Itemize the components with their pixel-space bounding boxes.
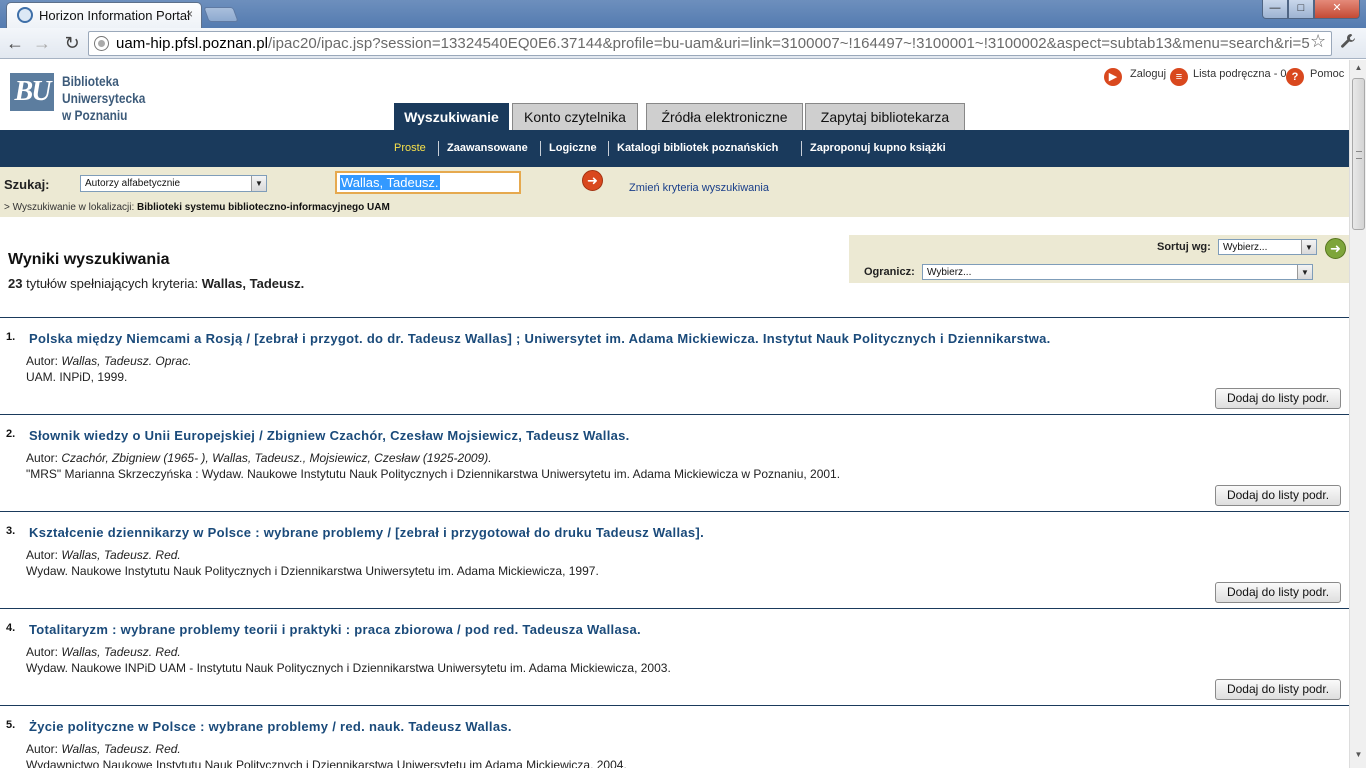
globe-icon [17,7,33,23]
result-author: Autor: Wallas, Tadeusz. Red. [26,742,181,756]
search-input[interactable]: Wallas, Tadeusz. [335,171,521,194]
top-links: ▶ Zaloguj ≡ Lista podręczna - 0 ? Pomoc [1104,66,1349,88]
tab-close-icon[interactable]: × [186,7,193,21]
chevron-down-icon: ▼ [1301,240,1316,254]
reading-list-link[interactable]: Lista podręczna - 0 [1193,68,1287,80]
result-number: 4. [6,622,16,634]
back-arrow-icon[interactable]: ← [4,32,26,54]
search-location: > Wyszukiwanie w lokalizacji: Biblioteki… [4,202,390,213]
results-count: 23 tytułów spełniających kryteria: Walla… [8,276,305,291]
result-number: 5. [6,719,16,731]
change-criteria-link[interactable]: Zmień kryteria wyszukiwania [629,182,769,194]
sort-go-button[interactable]: ➜ [1325,238,1346,259]
window-close-button[interactable]: ✕ [1314,0,1360,19]
result-title-link[interactable]: Totalitaryzm : wybrane problemy teorii i… [29,622,641,637]
result-publisher: "MRS" Marianna Skrzeczyńska : Wydaw. Nau… [26,467,841,481]
browser-tab[interactable]: Horizon Information Portal × [6,2,202,28]
search-label: Szukaj: [4,177,50,192]
result-item: 5. Życie polityczne w Polsce : wybrane p… [0,706,1349,768]
new-tab-button[interactable] [203,7,239,22]
search-bar: Szukaj: Autorzy alfabetycznie ▼ Wallas, … [0,167,1349,217]
page-icon [94,36,109,51]
tab-zapytaj-bibliotekarza[interactable]: Zapytaj bibliotekarza [805,103,965,130]
wrench-icon[interactable] [1340,33,1356,54]
search-type-select[interactable]: Autorzy alfabetycznie ▼ [80,175,267,192]
result-title-link[interactable]: Życie polityczne w Polsce : wybrane prob… [29,719,512,734]
result-author: Autor: Wallas, Tadeusz. Oprac. [26,354,192,368]
divider [540,141,541,156]
subnav-logiczne[interactable]: Logiczne [549,142,597,154]
sort-select[interactable]: Wybierz... ▼ [1218,239,1317,255]
reload-icon[interactable]: ↻ [61,32,83,54]
help-link[interactable]: Pomoc [1310,68,1344,80]
login-icon[interactable]: ▶ [1104,68,1122,86]
browser-toolbar: ← → ↻ uam-hip.pfsl.poznan.pl/ipac20/ipac… [0,28,1366,59]
tab-zrodla-elektroniczne[interactable]: Źródła elektroniczne [646,103,803,130]
result-number: 1. [6,331,16,343]
results-heading: Wyniki wyszukiwania [8,251,170,268]
chevron-down-icon: ▼ [1297,265,1312,279]
browser-tab-title: Horizon Information Portal [39,8,191,23]
divider [608,141,609,156]
scroll-thumb[interactable] [1352,78,1365,230]
search-subnav: Proste Zaawansowane Logiczne Katalogi bi… [0,130,1349,167]
address-bar[interactable]: uam-hip.pfsl.poznan.pl/ipac20/ipac.jsp?s… [88,31,1332,56]
logo-text: Biblioteka Uniwersytecka w Poznaniu [62,73,146,123]
result-author: Autor: Wallas, Tadeusz. Red. [26,548,181,562]
add-to-list-button[interactable]: Dodaj do listy podr. [1215,582,1341,603]
chevron-down-icon: ▼ [251,176,266,191]
result-item: 1. Polska między Niemcami a Rosją / [zeb… [0,318,1349,414]
page-content: BU Biblioteka Uniwersytecka w Poznaniu ▶… [0,60,1349,768]
library-logo[interactable]: BU Biblioteka Uniwersytecka w Poznaniu [10,73,200,123]
add-to-list-button[interactable]: Dodaj do listy podr. [1215,679,1341,700]
sort-filter-box: Sortuj wg: Wybierz... ▼ ➜ Ogranicz: Wybi… [849,235,1349,283]
result-author: Autor: Czachór, Zbigniew (1965- ), Walla… [26,451,492,465]
result-title-link[interactable]: Polska między Niemcami a Rosją / [zebrał… [29,331,1051,346]
result-publisher: UAM. INPiD, 1999. [26,370,128,384]
scroll-down-arrow-icon[interactable]: ▼ [1352,750,1365,764]
result-item: 4. Totalitaryzm : wybrane problemy teori… [0,609,1349,705]
vertical-scrollbar[interactable]: ▲ ▼ [1349,60,1366,768]
browser-tab-strip: Horizon Information Portal × — □ ✕ [0,0,1366,28]
forward-arrow-icon[interactable]: → [31,32,53,54]
sort-label: Sortuj wg: [1157,241,1211,253]
limit-select[interactable]: Wybierz... ▼ [922,264,1313,280]
result-author: Autor: Wallas, Tadeusz. Red. [26,645,181,659]
maximize-button[interactable]: □ [1288,0,1314,19]
result-publisher: Wydaw. Naukowe INPiD UAM - Instytutu Nau… [26,661,671,675]
result-title-link[interactable]: Kształcenie dziennikarzy w Polsce : wybr… [29,525,704,540]
search-go-button[interactable]: ➜ [582,170,603,191]
add-to-list-button[interactable]: Dodaj do listy podr. [1215,388,1341,409]
result-number: 3. [6,525,16,537]
divider [438,141,439,156]
result-title-link[interactable]: Słownik wiedzy o Unii Europejskiej / Zbi… [29,428,630,443]
help-icon[interactable]: ? [1286,68,1304,86]
result-item: 2. Słownik wiedzy o Unii Europejskiej / … [0,415,1349,511]
limit-label: Ogranicz: [864,266,915,278]
subnav-katalogi[interactable]: Katalogi bibliotek poznańskich [617,142,778,154]
result-publisher: Wydawnictwo Naukowe Instytutu Nauk Polit… [26,758,627,768]
bu-logo-mark: BU [10,73,54,111]
divider [801,141,802,156]
subnav-zaproponuj[interactable]: Zaproponuj kupno książki [810,142,946,154]
result-item: 3. Kształcenie dziennikarzy w Polsce : w… [0,512,1349,608]
address-url: uam-hip.pfsl.poznan.pl/ipac20/ipac.jsp?s… [116,35,1319,52]
scroll-up-arrow-icon[interactable]: ▲ [1352,63,1365,77]
tab-wyszukiwanie[interactable]: Wyszukiwanie [394,103,509,131]
add-to-list-button[interactable]: Dodaj do listy podr. [1215,485,1341,506]
result-publisher: Wydaw. Naukowe Instytutu Nauk Polityczny… [26,564,599,578]
bookmark-star-icon[interactable]: ☆ [1310,32,1327,50]
subnav-zaawansowane[interactable]: Zaawansowane [447,142,528,154]
result-number: 2. [6,428,16,440]
list-icon[interactable]: ≡ [1170,68,1188,86]
minimize-button[interactable]: — [1262,0,1288,19]
subnav-proste[interactable]: Proste [394,142,426,154]
tab-konto-czytelnika[interactable]: Konto czytelnika [512,103,638,130]
login-link[interactable]: Zaloguj [1130,68,1166,80]
